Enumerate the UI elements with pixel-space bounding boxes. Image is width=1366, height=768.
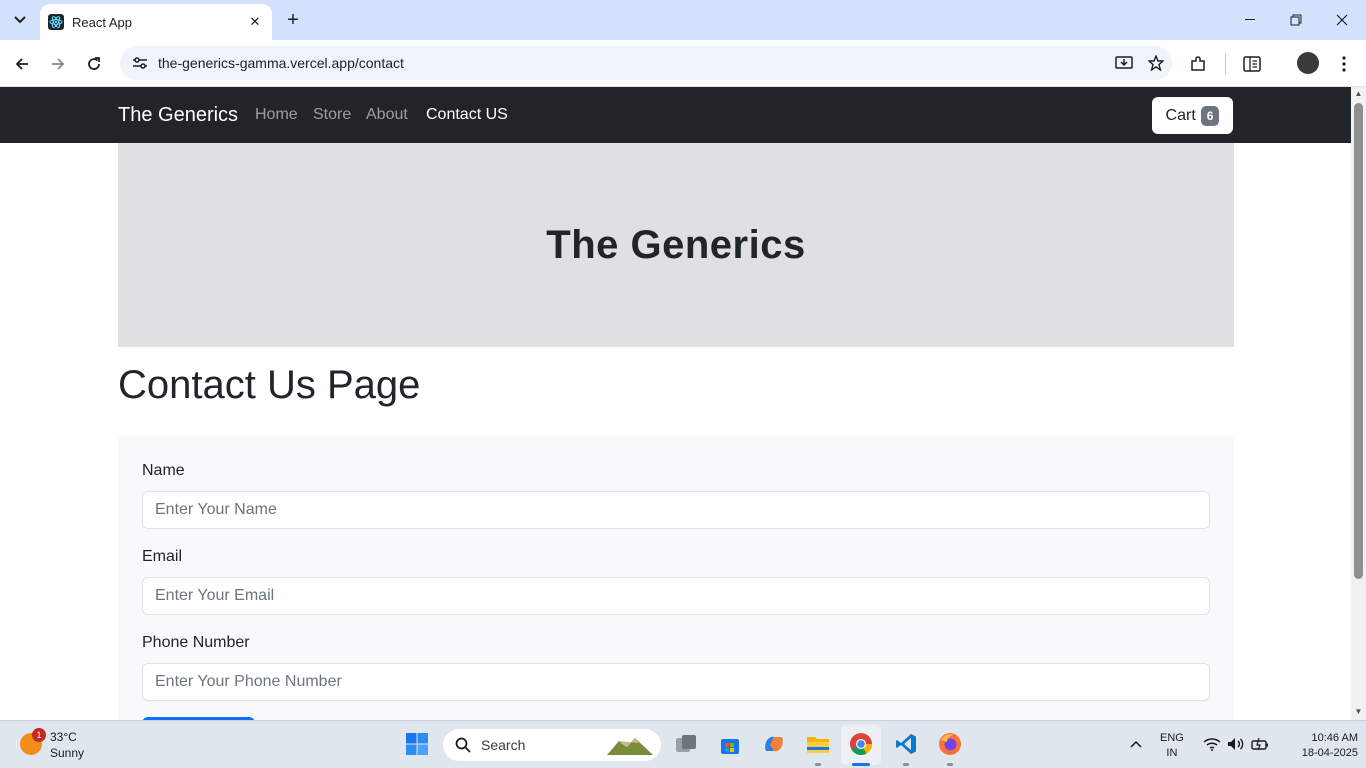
browser-tabstrip: React App ✕ + — [0, 0, 1366, 40]
navbar-brand[interactable]: The Generics — [118, 104, 238, 127]
search-highlight-mountain-icon — [607, 738, 653, 755]
contact-form: Name Email Phone Number — [118, 435, 1234, 720]
back-arrow-icon[interactable] — [8, 50, 36, 78]
windows-taskbar: 1 33°C Sunny Search ENG IN 10:46 AM 18-0… — [0, 720, 1366, 768]
page-title: Contact Us Page — [118, 363, 421, 407]
reload-icon[interactable] — [80, 50, 108, 78]
firefox-icon[interactable] — [936, 730, 964, 758]
search-label: Search — [481, 737, 526, 753]
search-icon — [455, 737, 471, 753]
window-close-icon[interactable] — [1320, 6, 1364, 34]
email-label: Email — [142, 548, 183, 565]
page-viewport: The Generics Home Store About Contact US… — [0, 87, 1351, 720]
cart-count-badge: 6 — [1200, 105, 1220, 126]
hero-banner: The Generics — [118, 143, 1234, 347]
site-navbar: The Generics Home Store About Contact US… — [0, 87, 1351, 143]
file-explorer-icon[interactable] — [804, 730, 832, 758]
chrome-icon[interactable] — [847, 730, 875, 758]
install-app-icon[interactable] — [1108, 55, 1140, 71]
scroll-up-arrow-icon[interactable]: ▲ — [1354, 89, 1363, 98]
forward-arrow-icon[interactable] — [44, 50, 72, 78]
restore-icon[interactable] — [1274, 6, 1318, 34]
phone-input[interactable] — [142, 663, 1210, 701]
tab-close-icon[interactable]: ✕ — [246, 14, 264, 30]
hero-title: The Generics — [546, 222, 806, 267]
clock-date: 18-04-2025 — [1301, 747, 1358, 759]
microsoft-store-icon[interactable] — [716, 730, 744, 758]
address-bar[interactable]: the-generics-gamma.vercel.app/contact — [120, 46, 1172, 80]
taskbar-search-box[interactable]: Search — [443, 729, 661, 761]
input-language-indicator[interactable]: ENG IN — [1160, 731, 1184, 761]
windows-start-icon[interactable] — [403, 730, 431, 758]
phone-label: Phone Number — [142, 634, 250, 651]
url-text[interactable]: the-generics-gamma.vercel.app/contact — [158, 55, 1108, 71]
email-input[interactable] — [142, 577, 1210, 615]
new-tab-plus-icon[interactable]: + — [282, 9, 304, 31]
nav-link-store[interactable]: Store — [313, 106, 351, 124]
show-hidden-icons-chevron-icon[interactable] — [1122, 730, 1150, 758]
region-code: IN — [1166, 747, 1178, 759]
minimize-icon[interactable] — [1228, 6, 1272, 34]
vscode-icon[interactable] — [892, 730, 920, 758]
name-label: Name — [142, 462, 185, 479]
browser-tab[interactable]: React App ✕ — [40, 4, 272, 40]
scroll-down-arrow-icon[interactable]: ▼ — [1354, 707, 1363, 716]
cart-label: Cart — [1165, 106, 1196, 124]
chrome-menu-icon[interactable] — [1332, 52, 1356, 76]
extensions-puzzle-icon[interactable] — [1186, 52, 1210, 76]
language-code: ENG — [1160, 732, 1184, 744]
reading-list-icon[interactable] — [1240, 52, 1264, 76]
name-input[interactable] — [142, 491, 1210, 529]
react-logo-icon — [48, 14, 64, 30]
tab-search-chevron-icon[interactable] — [8, 8, 32, 32]
weather-temperature[interactable]: 33°C — [50, 730, 77, 744]
vscode-running-indicator — [903, 763, 909, 766]
firefox-running-indicator — [947, 763, 953, 766]
cart-button[interactable]: Cart 6 — [1152, 97, 1233, 134]
system-clock[interactable]: 10:46 AM 18-04-2025 — [1282, 731, 1358, 761]
nav-link-contact[interactable]: Contact US — [426, 106, 508, 124]
chrome-running-indicator — [852, 763, 870, 766]
nav-link-home[interactable]: Home — [255, 106, 298, 124]
scroll-thumb[interactable] — [1354, 103, 1363, 579]
tab-title: React App — [72, 14, 132, 30]
copilot-icon[interactable] — [760, 730, 788, 758]
battery-icon[interactable] — [1246, 730, 1274, 758]
profile-avatar[interactable] — [1297, 52, 1319, 74]
toolbar-divider — [1225, 54, 1226, 74]
weather-notification-badge: 1 — [32, 728, 46, 742]
site-settings-icon[interactable] — [130, 56, 150, 70]
task-view-icon[interactable] — [672, 730, 700, 758]
nav-link-about[interactable]: About — [366, 106, 408, 124]
bookmark-star-icon[interactable] — [1140, 55, 1172, 71]
clock-time: 10:46 AM — [1311, 732, 1358, 744]
weather-condition[interactable]: Sunny — [50, 746, 84, 760]
page-scrollbar[interactable]: ▲ ▼ — [1351, 87, 1366, 720]
browser-toolbar: the-generics-gamma.vercel.app/contact — [0, 40, 1366, 87]
explorer-running-indicator — [815, 763, 821, 766]
